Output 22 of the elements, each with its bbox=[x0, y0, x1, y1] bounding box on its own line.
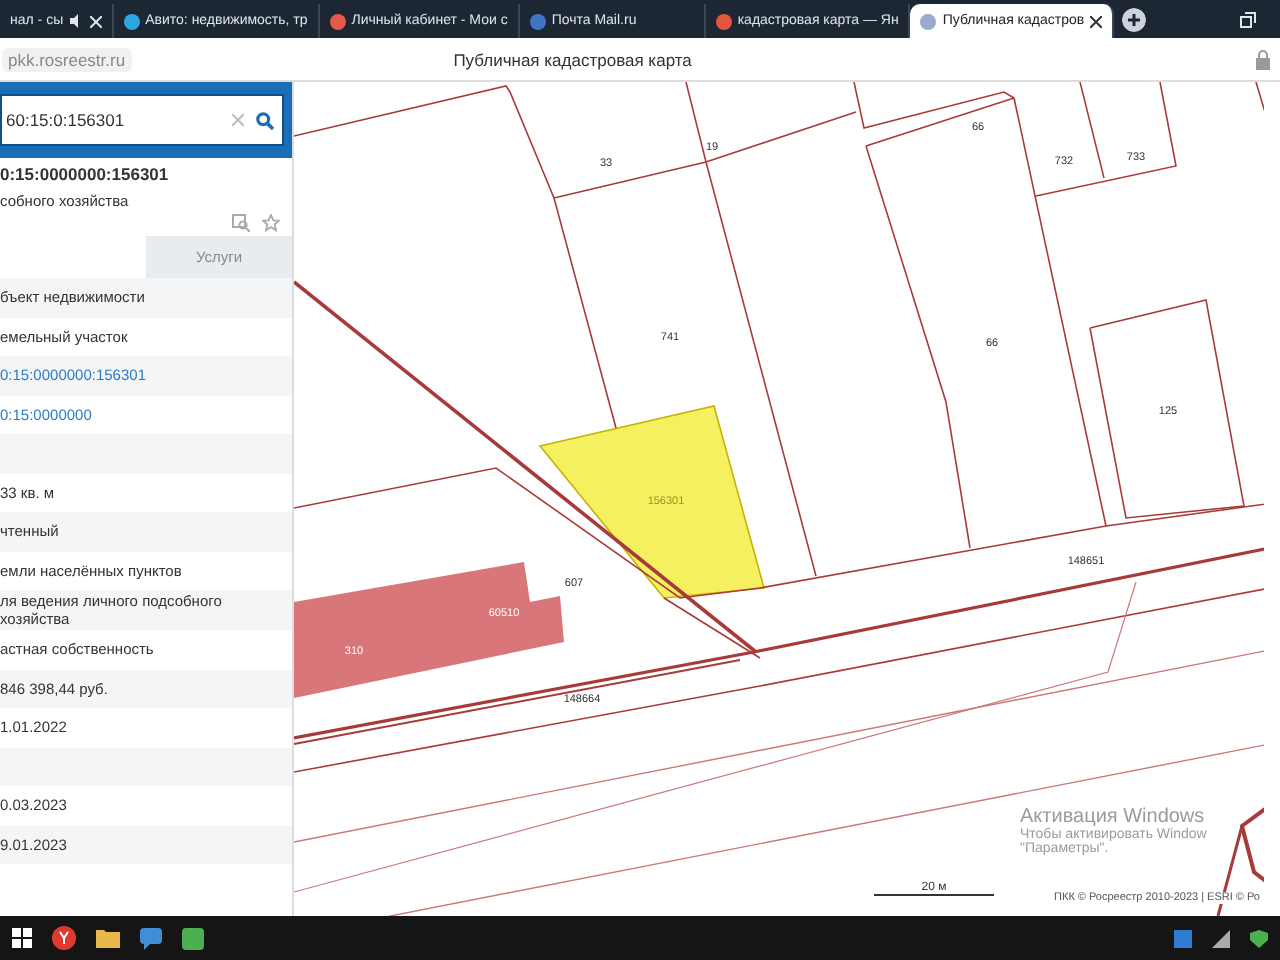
star-icon[interactable] bbox=[262, 214, 281, 232]
app-icon[interactable] bbox=[182, 927, 204, 949]
shield-icon[interactable] bbox=[1250, 929, 1268, 947]
browser-icon[interactable] bbox=[52, 926, 76, 950]
chat-icon[interactable] bbox=[140, 927, 162, 949]
site-icon bbox=[329, 13, 346, 29]
site-icon bbox=[715, 13, 732, 29]
activation-title: Активация Windows bbox=[1020, 806, 1205, 828]
window-icon[interactable] bbox=[1240, 12, 1256, 28]
site-icon bbox=[920, 13, 937, 29]
network-icon[interactable] bbox=[1212, 929, 1230, 947]
close-icon[interactable] bbox=[1090, 15, 1103, 27]
site-icon bbox=[529, 13, 546, 29]
search-icon[interactable] bbox=[256, 111, 275, 129]
object-number: 0:15:0000000:156301 bbox=[0, 162, 171, 184]
lock-icon bbox=[1254, 49, 1272, 69]
windows-icon[interactable] bbox=[12, 928, 32, 948]
folder-icon[interactable] bbox=[96, 928, 120, 948]
new-tab-icon[interactable] bbox=[1122, 8, 1147, 32]
page-title: Публичная кадастровая карта bbox=[451, 49, 694, 69]
search-field[interactable]: 60:15:0:156301 bbox=[0, 94, 285, 146]
site-icon bbox=[123, 13, 140, 29]
